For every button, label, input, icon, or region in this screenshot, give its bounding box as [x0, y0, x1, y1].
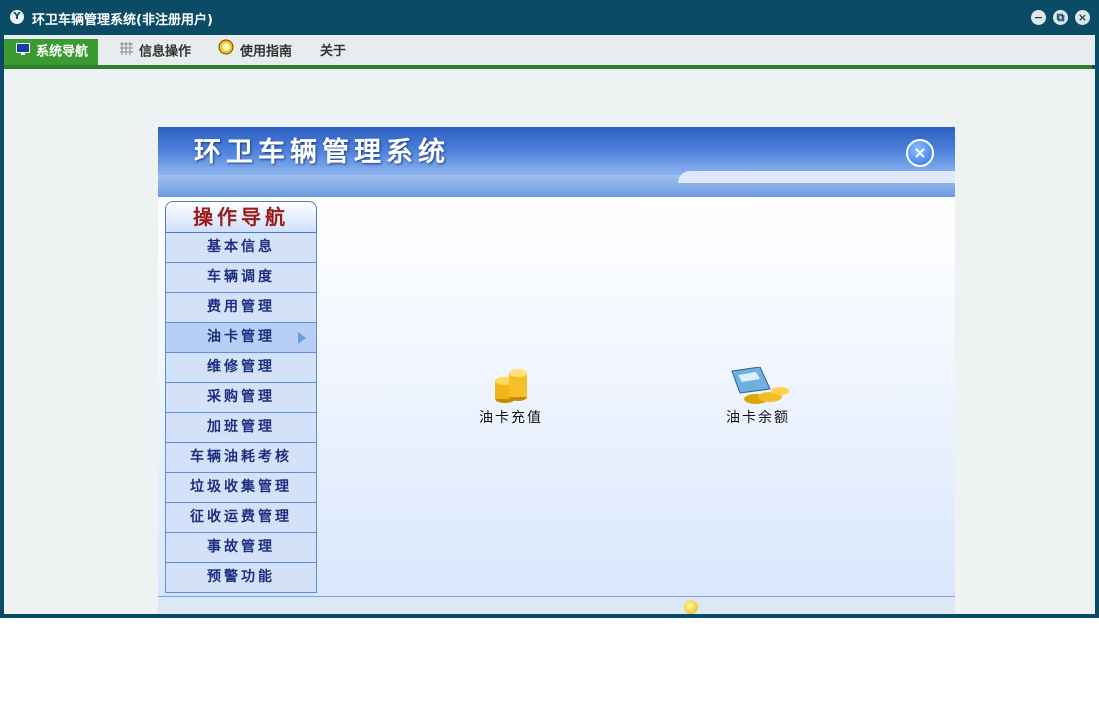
restore-button[interactable]: ⧉ [1053, 10, 1068, 25]
menu-system-nav[interactable]: 系统导航 [4, 39, 99, 65]
menu-about[interactable]: 关于 [320, 39, 346, 65]
nav-item-warning[interactable]: 预警功能 [165, 563, 317, 593]
app-title: 环卫车辆管理系统 [194, 137, 450, 168]
menu-label-user-guide: 使用指南 [240, 44, 293, 60]
feature-fuel-recharge[interactable]: 油卡充值 [470, 367, 552, 427]
menu-label-system-nav: 系统导航 [36, 44, 89, 60]
main-window: Y 环卫车辆管理系统(非注册用户) − ⧉ × 系统导航 信息操作 使用指南 关… [0, 0, 1099, 618]
monitor-icon [16, 39, 30, 65]
menu-label-info-ops: 信息操作 [139, 44, 192, 60]
app-footer [158, 596, 955, 614]
menu-info-ops[interactable]: 信息操作 [120, 39, 191, 65]
clock-icon [218, 39, 234, 65]
nav-item-accident[interactable]: 事故管理 [165, 533, 317, 563]
menu-label-about: 关于 [320, 44, 347, 59]
nav-item-garbage-collection[interactable]: 垃圾收集管理 [165, 473, 317, 503]
window-title: 环卫车辆管理系统(非注册用户) [32, 13, 213, 28]
nav-title: 操作导航 [165, 201, 317, 233]
nav-item-purchase[interactable]: 采购管理 [165, 383, 317, 413]
menu-user-guide[interactable]: 使用指南 [218, 39, 292, 65]
close-button[interactable]: × [1075, 10, 1090, 25]
minimize-button[interactable]: − [1031, 10, 1046, 25]
feature-fuel-balance[interactable]: 油卡余额 [715, 366, 801, 427]
title-bar[interactable]: Y 环卫车辆管理系统(非注册用户) − ⧉ × [0, 0, 1099, 35]
header-curve [678, 171, 955, 183]
app-panel: 环卫车辆管理系统 × 操作导航 基本信息 车辆调度 费用管理 油卡管理 维修管理… [158, 127, 955, 614]
nav-item-vehicle-dispatch[interactable]: 车辆调度 [165, 263, 317, 293]
coins-icon [470, 367, 552, 407]
nav-item-cost-management[interactable]: 费用管理 [165, 293, 317, 323]
nav-item-basic-info[interactable]: 基本信息 [165, 233, 317, 263]
calculator-coins-icon [715, 366, 801, 407]
app-header: 环卫车辆管理系统 × [158, 127, 955, 197]
nav-item-freight-fee[interactable]: 征收运费管理 [165, 503, 317, 533]
app-logo-icon: Y [10, 10, 24, 24]
nav-item-fuel-card-label: 油卡管理 [207, 329, 275, 345]
feature-fuel-balance-label: 油卡余额 [726, 410, 790, 426]
feature-fuel-recharge-label: 油卡充值 [479, 410, 543, 426]
nav-item-fuel-assessment[interactable]: 车辆油耗考核 [165, 443, 317, 473]
nav-item-maintenance[interactable]: 维修管理 [165, 353, 317, 383]
chevron-right-icon [298, 332, 306, 344]
nav-item-overtime[interactable]: 加班管理 [165, 413, 317, 443]
nav-item-fuel-card[interactable]: 油卡管理 [165, 323, 317, 353]
app-close-icon[interactable]: × [906, 139, 934, 167]
tip-icon [684, 600, 698, 614]
grid-icon [120, 39, 133, 65]
operation-nav: 操作导航 基本信息 车辆调度 费用管理 油卡管理 维修管理 采购管理 加班管理 … [165, 201, 317, 593]
menu-bar: 系统导航 信息操作 使用指南 关于 [4, 35, 1095, 65]
